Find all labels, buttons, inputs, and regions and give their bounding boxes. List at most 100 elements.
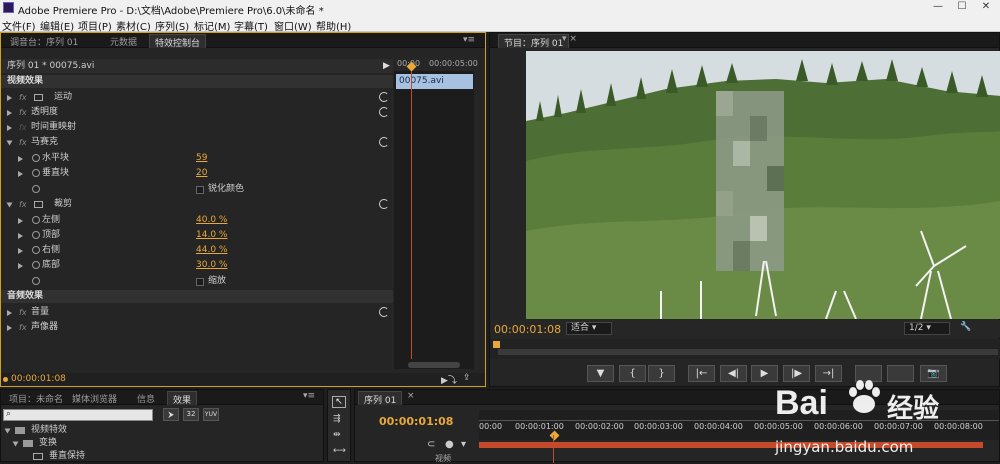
fx-icon[interactable]: fx bbox=[19, 105, 27, 120]
expand-icon[interactable] bbox=[7, 310, 12, 316]
minimize-button[interactable]: — bbox=[926, 1, 950, 15]
scrubber-bar[interactable] bbox=[498, 349, 998, 355]
tab-audio-mixer[interactable]: 调音台：序列 01 bbox=[5, 34, 83, 48]
tab-info[interactable]: 信息 bbox=[132, 391, 160, 405]
param-row-vertical-blocks[interactable]: 垂直块 20 bbox=[1, 166, 393, 181]
panel-menu-icon[interactable]: ▾≡ bbox=[303, 391, 315, 401]
track-select-tool-icon[interactable]: ⇶ bbox=[333, 414, 341, 424]
clip-bar[interactable]: 00075.avi bbox=[396, 74, 473, 89]
mark-in-button[interactable]: { bbox=[619, 365, 646, 382]
tab-media-browser[interactable]: 媒体浏览器 bbox=[67, 391, 122, 405]
menu-marker[interactable]: 标记(M) bbox=[194, 18, 230, 33]
stopwatch-icon[interactable] bbox=[32, 261, 40, 269]
stopwatch-icon[interactable] bbox=[32, 154, 40, 162]
program-dropdown-icon[interactable]: ▾ × bbox=[562, 34, 577, 44]
tab-project[interactable]: 项目：未命名 bbox=[4, 391, 68, 405]
motion-transform-icon[interactable] bbox=[34, 94, 43, 101]
expand-icon[interactable] bbox=[7, 110, 12, 116]
param-value[interactable]: 30.0 % bbox=[196, 258, 227, 273]
tab-program[interactable]: 节目：序列 01 bbox=[498, 34, 570, 49]
go-to-in-button[interactable]: |← bbox=[688, 365, 715, 382]
mini-timeline-scrollbar[interactable] bbox=[408, 362, 460, 368]
stopwatch-icon[interactable] bbox=[32, 169, 40, 177]
stopwatch-icon[interactable] bbox=[32, 216, 40, 224]
sharpen-checkbox[interactable] bbox=[196, 186, 204, 194]
export-frame-button[interactable]: 📷 bbox=[920, 365, 947, 382]
menu-clip[interactable]: 素材(C) bbox=[116, 18, 151, 33]
crop-transform-icon[interactable] bbox=[34, 201, 43, 208]
scrubber-playhead-icon[interactable] bbox=[493, 341, 500, 348]
param-row-top[interactable]: 顶部 14.0 % bbox=[1, 228, 393, 243]
param-row-bottom[interactable]: 底部 30.0 % bbox=[1, 258, 393, 273]
menu-file[interactable]: 文件(F) bbox=[2, 18, 36, 33]
param-row-zoom[interactable]: 缩放 bbox=[1, 274, 393, 289]
collapse-icon[interactable] bbox=[6, 140, 13, 146]
tab-sequence[interactable]: 序列 01 bbox=[358, 391, 403, 406]
param-value[interactable]: 20 bbox=[196, 166, 207, 181]
expand-icon[interactable] bbox=[7, 325, 12, 331]
panel-menu-icon[interactable]: ▾≡ bbox=[463, 35, 475, 45]
collapse-icon[interactable] bbox=[12, 441, 19, 447]
reset-icon[interactable] bbox=[379, 92, 389, 102]
step-forward-button[interactable]: |▶ bbox=[783, 365, 810, 382]
menu-window[interactable]: 窗口(W) bbox=[274, 18, 312, 33]
lift-button[interactable] bbox=[855, 365, 882, 382]
accelerated-effects-icon[interactable]: ⮞ bbox=[163, 408, 179, 421]
step-back-button[interactable]: ◀| bbox=[720, 365, 747, 382]
expand-icon[interactable] bbox=[7, 95, 12, 101]
param-row-right[interactable]: 右侧 44.0 % bbox=[1, 243, 393, 258]
rolling-edit-tool-icon[interactable]: ⟷ bbox=[333, 446, 346, 456]
param-value[interactable]: 59 bbox=[196, 151, 207, 166]
param-row-sharpen[interactable]: 锐化颜色 bbox=[1, 182, 393, 197]
expand-icon[interactable] bbox=[18, 233, 23, 239]
menu-edit[interactable]: 编辑(E) bbox=[40, 18, 74, 33]
timeline-ruler[interactable]: 00:00 00:00:01:00 00:00:02:00 00:00:03:0… bbox=[479, 410, 999, 441]
stopwatch-icon[interactable] bbox=[32, 246, 40, 254]
expand-icon[interactable] bbox=[18, 263, 23, 269]
fit-dropdown[interactable]: 适合 ▾ bbox=[566, 322, 612, 335]
menu-project[interactable]: 项目(P) bbox=[78, 18, 112, 33]
ripple-edit-tool-icon[interactable]: ⇹ bbox=[333, 430, 341, 440]
param-value[interactable]: 44.0 % bbox=[196, 243, 227, 258]
maximize-button[interactable]: ☐ bbox=[950, 1, 974, 15]
effect-row-crop[interactable]: fx 裁剪 bbox=[1, 197, 393, 212]
effect-row-volume[interactable]: fx 音量 bbox=[1, 305, 393, 320]
close-button[interactable]: ✕ bbox=[974, 1, 998, 15]
tab-effect-controls[interactable]: 特效控制台 bbox=[149, 34, 207, 49]
program-timecode[interactable]: 00:00:01:08 bbox=[494, 323, 561, 336]
fx-icon[interactable]: fx bbox=[19, 305, 27, 320]
effect-row-panner[interactable]: fx 声像器 bbox=[1, 320, 393, 335]
wrench-icon[interactable]: 🔧 bbox=[960, 322, 971, 332]
stopwatch-icon[interactable] bbox=[32, 231, 40, 239]
add-marker-button[interactable]: ▼ bbox=[587, 365, 614, 382]
reset-icon[interactable] bbox=[379, 199, 389, 209]
program-scrubber[interactable] bbox=[490, 339, 1000, 359]
effect-row-motion[interactable]: fx 运动 bbox=[1, 90, 393, 105]
effect-row-opacity[interactable]: fx 透明度 bbox=[1, 105, 393, 120]
expand-icon[interactable] bbox=[18, 156, 23, 162]
collapse-icon[interactable] bbox=[4, 428, 11, 434]
video-frame[interactable] bbox=[526, 51, 1000, 319]
timeline-timecode[interactable]: 00:00:01:08 bbox=[379, 415, 453, 428]
play-button[interactable]: ▶ bbox=[751, 365, 778, 382]
tab-effects[interactable]: 效果 bbox=[167, 391, 198, 406]
expand-icon[interactable] bbox=[18, 171, 23, 177]
param-row-horizontal-blocks[interactable]: 水平块 59 bbox=[1, 151, 393, 166]
stopwatch-icon[interactable] bbox=[32, 277, 40, 285]
param-value[interactable]: 40.0 % bbox=[196, 213, 227, 228]
fx-icon[interactable]: fx bbox=[19, 90, 27, 105]
timeline-playhead-icon[interactable] bbox=[549, 430, 560, 441]
effect-row-time-remap[interactable]: fx 时间重映射 bbox=[1, 120, 393, 135]
export-icon[interactable]: ⇪ bbox=[463, 373, 471, 383]
play-audio-icon[interactable]: ▶ bbox=[383, 59, 390, 73]
menu-help[interactable]: 帮助(H) bbox=[316, 18, 351, 33]
tab-metadata[interactable]: 元数据 bbox=[105, 34, 142, 48]
mark-out-button[interactable]: } bbox=[648, 365, 675, 382]
zoom-checkbox[interactable] bbox=[196, 278, 204, 286]
expand-icon[interactable] bbox=[7, 125, 12, 131]
keyframe-marker-icon[interactable]: ▾ bbox=[461, 439, 466, 450]
param-row-left[interactable]: 左侧 40.0 % bbox=[1, 213, 393, 228]
quality-dropdown[interactable]: 1/2 ▾ bbox=[904, 322, 950, 335]
effect-row-mosaic[interactable]: fx 马赛克 bbox=[1, 135, 393, 150]
go-to-out-button[interactable]: →| bbox=[815, 365, 842, 382]
